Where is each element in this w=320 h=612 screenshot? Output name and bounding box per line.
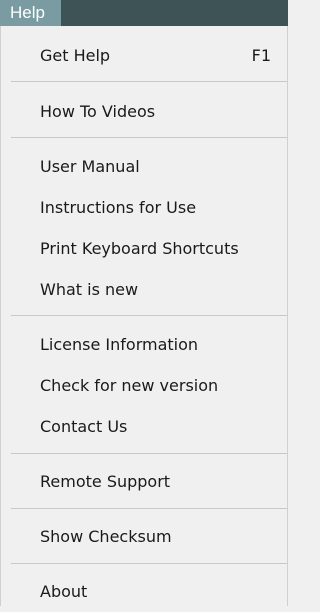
menu-item-label: Print Keyboard Shortcuts: [40, 239, 239, 258]
help-menu-title[interactable]: Help: [0, 0, 61, 26]
menu-item-label: User Manual: [40, 157, 140, 176]
menu-item-label: Remote Support: [40, 472, 171, 491]
separator: [11, 315, 287, 316]
separator: [11, 453, 287, 454]
menu-item-shortcut: F1: [251, 46, 271, 65]
menu-item-show-checksum[interactable]: Show Checksum: [1, 517, 287, 557]
menu-item-label: Show Checksum: [40, 527, 172, 546]
help-menu-dropdown: Get Help F1 How To Videos User Manual In…: [0, 26, 288, 606]
menu-item-print-keyboard-shortcuts[interactable]: Print Keyboard Shortcuts: [1, 229, 287, 269]
menu-item-instructions-for-use[interactable]: Instructions for Use: [1, 188, 287, 228]
menu-item-about[interactable]: About: [1, 572, 287, 612]
menu-item-contact-us[interactable]: Contact Us: [1, 407, 287, 447]
menu-item-label: About: [40, 582, 88, 601]
menu-item-label: Contact Us: [40, 417, 128, 436]
menu-item-license-information[interactable]: License Information: [1, 325, 287, 365]
menu-item-label: What is new: [40, 280, 139, 299]
separator: [11, 137, 287, 138]
menu-item-label: How To Videos: [40, 102, 156, 121]
menu-item-what-is-new[interactable]: What is new: [1, 270, 287, 310]
separator: [11, 81, 287, 82]
menu-item-label: License Information: [40, 335, 199, 354]
separator: [11, 563, 287, 564]
menu-item-remote-support[interactable]: Remote Support: [1, 462, 287, 502]
menu-item-label: Get Help: [40, 46, 111, 65]
separator: [11, 508, 287, 509]
menu-item-label: Instructions for Use: [40, 198, 197, 217]
menu-item-user-manual[interactable]: User Manual: [1, 147, 287, 187]
menu-item-how-to-videos[interactable]: How To Videos: [1, 92, 287, 132]
menubar: Help: [0, 0, 288, 26]
menu-item-get-help[interactable]: Get Help F1: [1, 36, 287, 76]
menu-item-check-for-new-version[interactable]: Check for new version: [1, 366, 287, 406]
menu-item-label: Check for new version: [40, 376, 219, 395]
